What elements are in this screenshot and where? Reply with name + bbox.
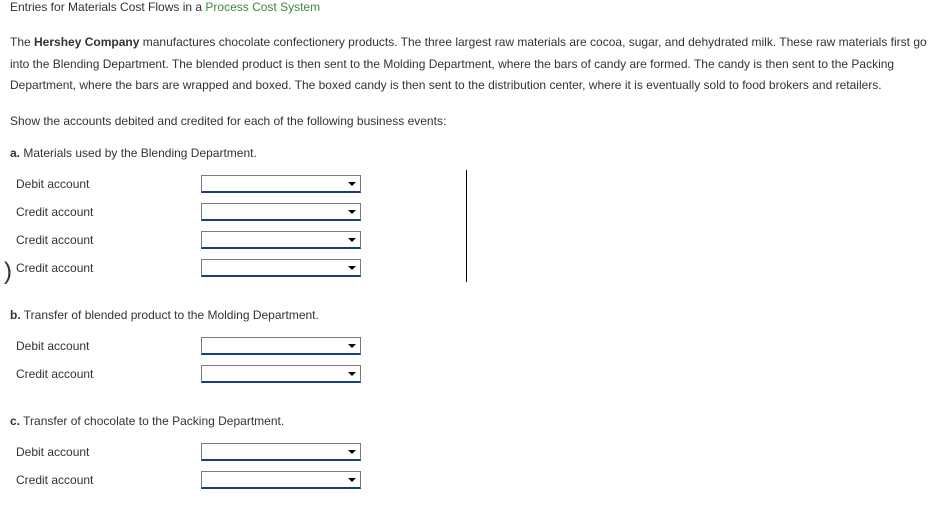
section-b-heading: b. Transfer of blended product to the Mo…: [10, 308, 934, 322]
row-label: Credit account: [10, 261, 201, 275]
section-b-letter: b.: [10, 308, 21, 322]
account-select[interactable]: [201, 443, 361, 461]
account-select[interactable]: [201, 203, 361, 221]
table-row: Debit account: [10, 438, 934, 466]
title-prefix: Entries for Materials Cost Flows in a: [10, 0, 205, 14]
paren-mark: ): [4, 258, 12, 286]
chevron-down-icon: [348, 238, 356, 242]
chevron-down-icon: [348, 450, 356, 454]
chevron-down-icon: [348, 344, 356, 348]
company-name: Hershey Company: [34, 35, 139, 49]
table-row: Credit account: [10, 254, 934, 282]
table-row: Debit account: [10, 332, 934, 360]
page-title: Entries for Materials Cost Flows in a Pr…: [10, 0, 934, 18]
section-b-rows: Debit account Credit account: [10, 332, 934, 388]
account-select[interactable]: [201, 175, 361, 193]
table-row: Credit account: [10, 226, 934, 254]
row-label: Credit account: [10, 367, 201, 381]
row-label: Credit account: [10, 233, 201, 247]
row-label: Credit account: [10, 473, 201, 487]
para-seg2: manufactures chocolate confectionery pro…: [10, 35, 927, 92]
chevron-down-icon: [348, 210, 356, 214]
table-row: Credit account: [10, 360, 934, 388]
section-c-text: Transfer of chocolate to the Packing Dep…: [23, 414, 284, 428]
title-link[interactable]: Process Cost System: [205, 0, 320, 14]
account-select[interactable]: [201, 337, 361, 355]
section-a-heading: a. Materials used by the Blending Depart…: [10, 146, 934, 160]
vertical-divider: [466, 170, 467, 282]
para-seg1: The: [10, 35, 34, 49]
section-c-rows: Debit account Credit account: [10, 438, 934, 494]
section-b-text: Transfer of blended product to the Moldi…: [24, 308, 319, 322]
account-select[interactable]: [201, 365, 361, 383]
account-select[interactable]: [201, 231, 361, 249]
section-a-text: Materials used by the Blending Departmen…: [23, 146, 256, 160]
intro-paragraph: The Hershey Company manufactures chocola…: [10, 32, 934, 97]
table-row: Credit account: [10, 198, 934, 226]
section-c-heading: c. Transfer of chocolate to the Packing …: [10, 414, 934, 428]
chevron-down-icon: [348, 182, 356, 186]
table-row: Debit account: [10, 170, 934, 198]
section-c-letter: c.: [10, 414, 20, 428]
row-label: Debit account: [10, 177, 201, 191]
chevron-down-icon: [348, 478, 356, 482]
section-a-rows: ) Debit account Credit account Credit ac…: [10, 170, 934, 282]
chevron-down-icon: [348, 266, 356, 270]
row-label: Credit account: [10, 205, 201, 219]
row-label: Debit account: [10, 339, 201, 353]
table-row: Credit account: [10, 466, 934, 494]
instruction-text: Show the accounts debited and credited f…: [10, 111, 934, 133]
account-select[interactable]: [201, 471, 361, 489]
chevron-down-icon: [348, 372, 356, 376]
section-a-letter: a.: [10, 146, 20, 160]
row-label: Debit account: [10, 445, 201, 459]
account-select[interactable]: [201, 259, 361, 277]
